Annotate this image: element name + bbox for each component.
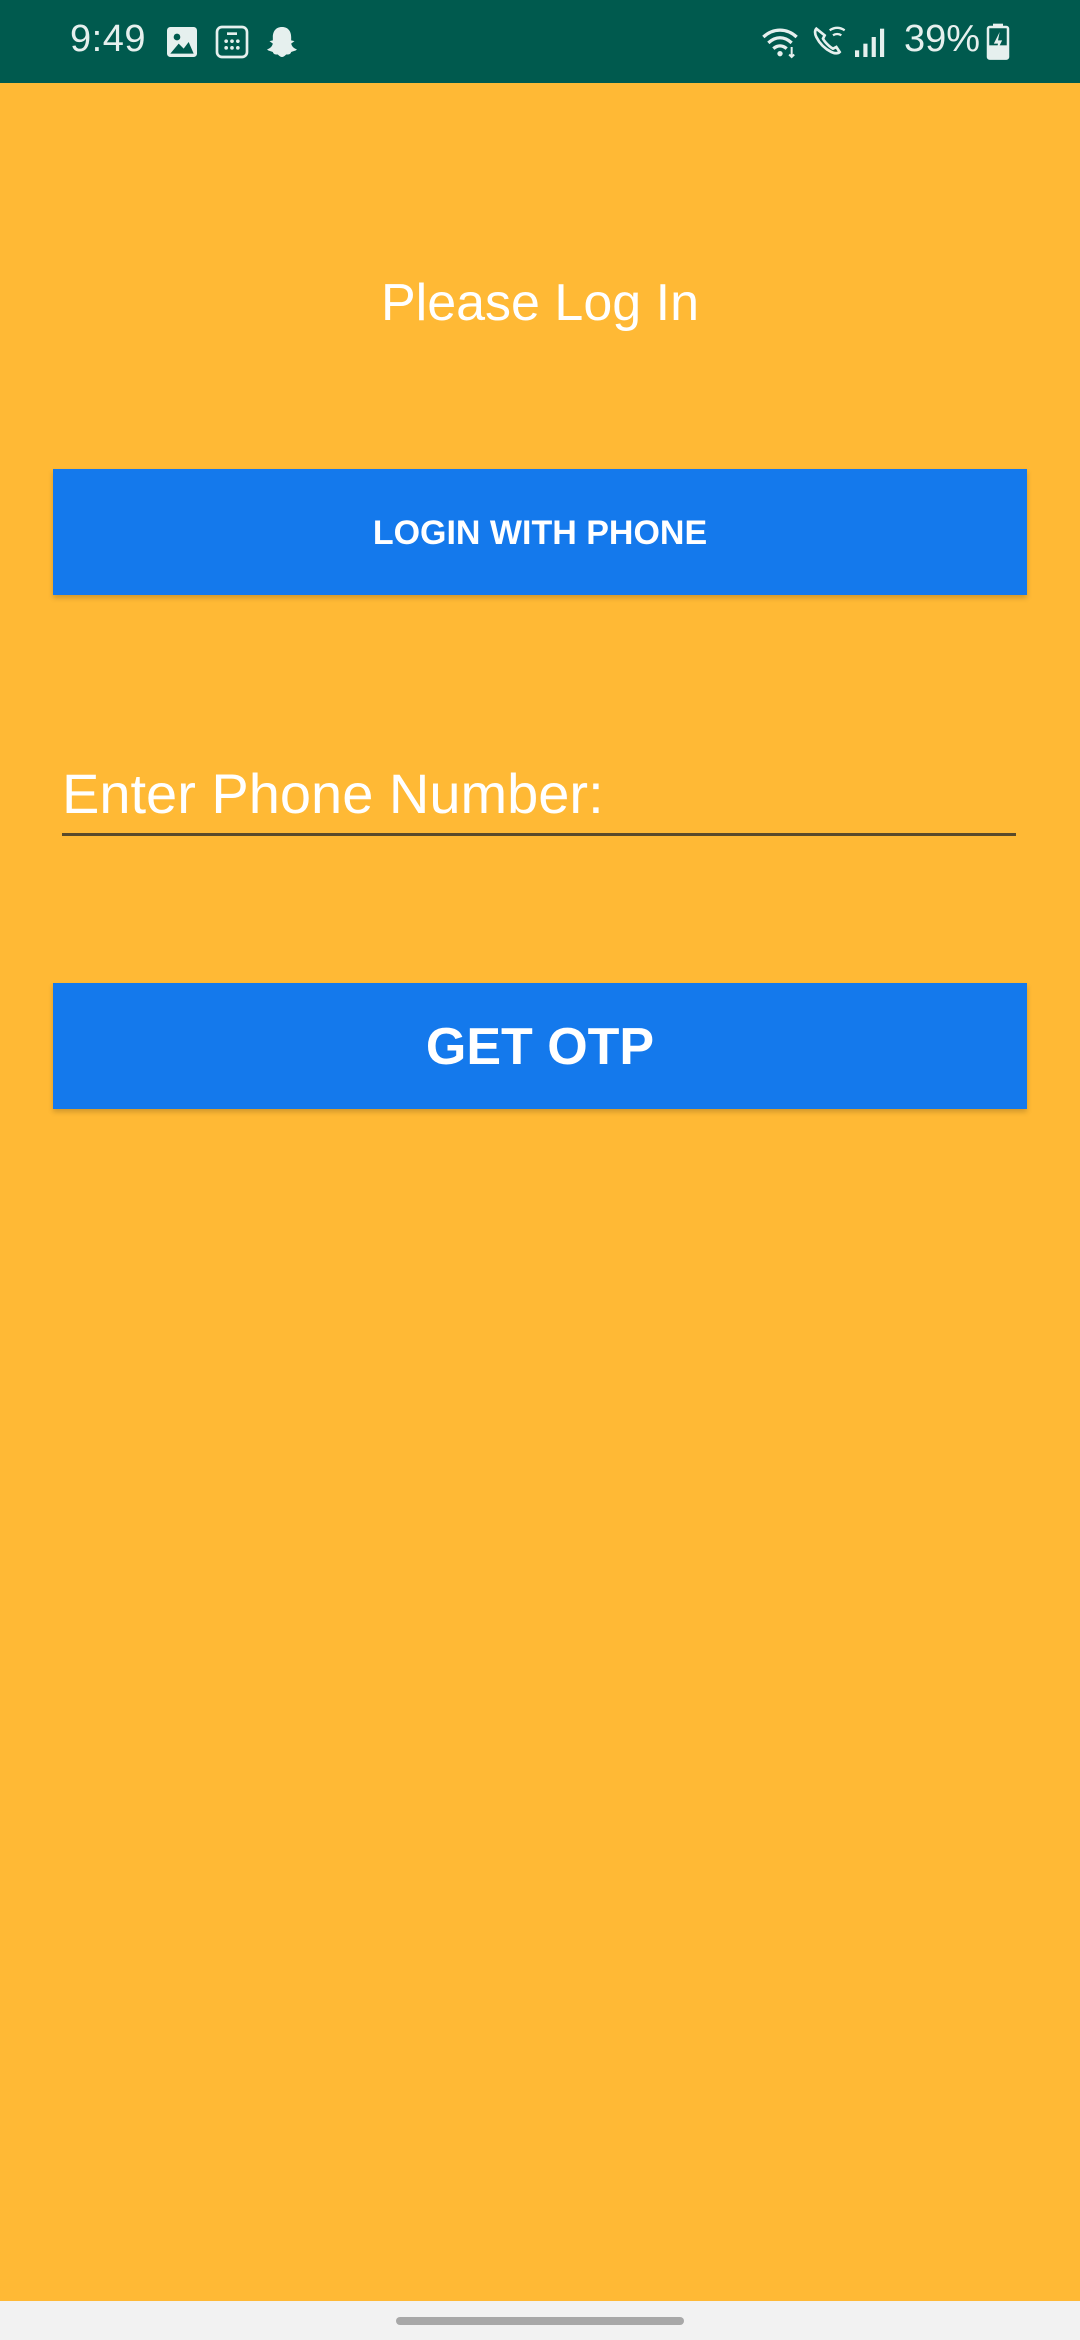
navigation-bar xyxy=(0,2301,1080,2340)
wifi-icon xyxy=(762,28,798,59)
home-indicator[interactable] xyxy=(396,2317,684,2325)
phone-number-input[interactable] xyxy=(62,753,1016,836)
signal-icon xyxy=(855,28,885,57)
snapchat-ghost-icon xyxy=(267,27,297,57)
battery-charging-icon xyxy=(986,23,1010,60)
status-bar: 9:49 39% xyxy=(0,0,1080,83)
battery-percentage: 39% xyxy=(904,18,981,60)
calculator-icon xyxy=(215,25,249,59)
login-screen: Please Log In LOGIN WITH PHONE GET OTP xyxy=(0,83,1080,2301)
wifi-calling-icon xyxy=(813,26,846,55)
login-with-phone-button[interactable]: LOGIN WITH PHONE xyxy=(53,469,1027,595)
image-icon xyxy=(167,27,197,57)
get-otp-button[interactable]: GET OTP xyxy=(53,983,1027,1109)
page-title: Please Log In xyxy=(380,274,700,332)
status-time: 9:49 xyxy=(70,18,146,60)
